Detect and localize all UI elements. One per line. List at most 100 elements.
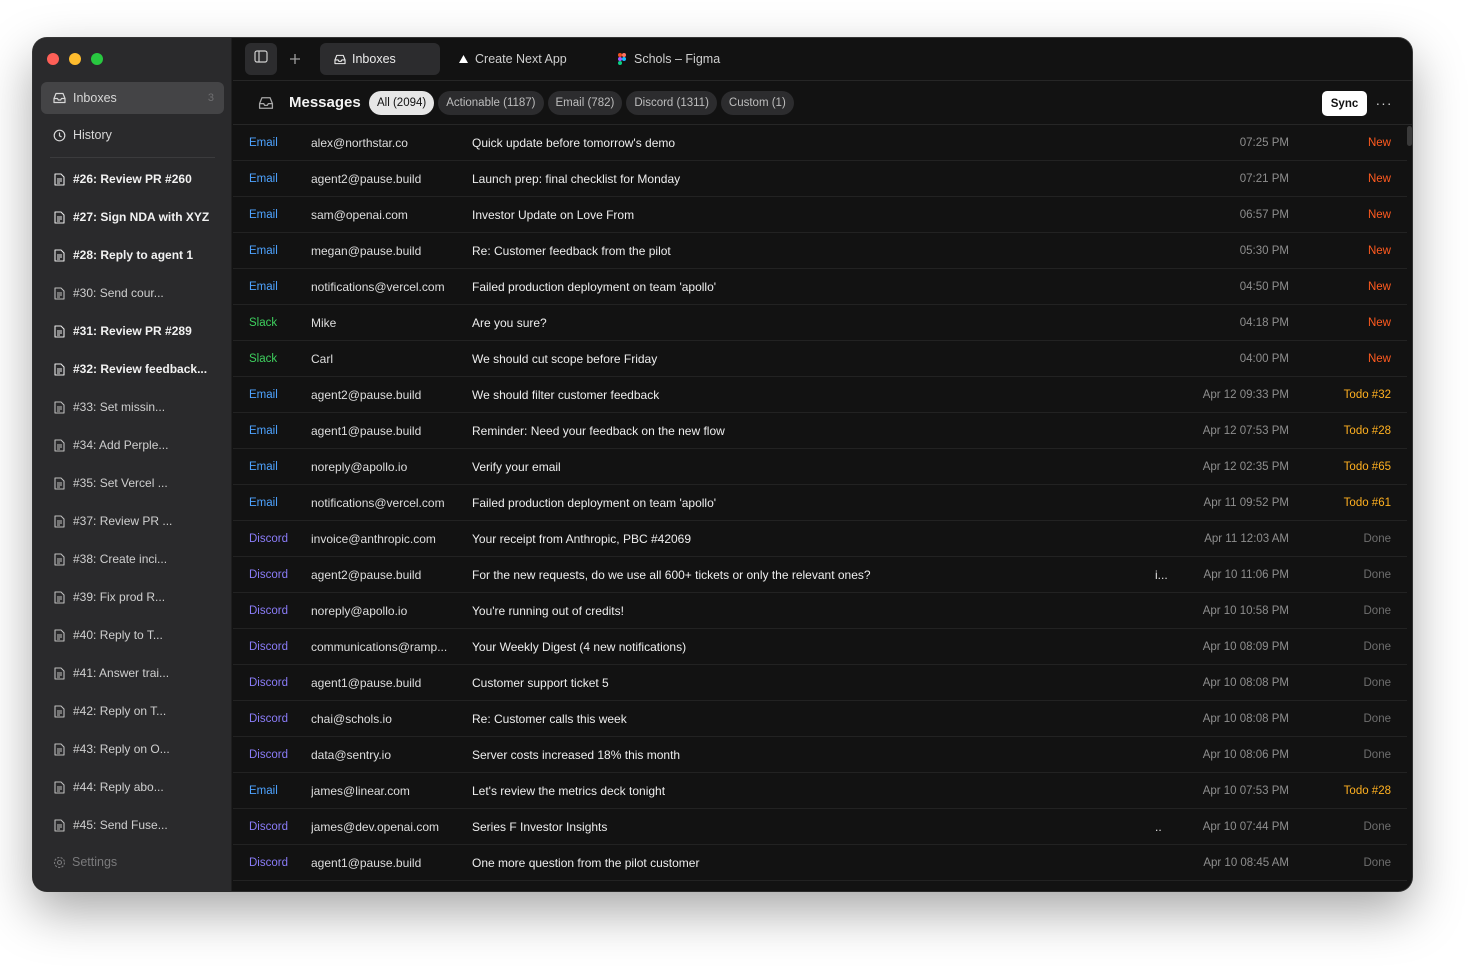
document-icon [52, 286, 66, 300]
document-icon [52, 172, 66, 186]
sidebar-task-item[interactable]: #44: Reply abo... [41, 768, 224, 806]
sidebar-task-item[interactable]: #45: Send Fuse... [41, 806, 224, 844]
message-sender: noreply@apollo.io [311, 604, 408, 618]
gear-icon [52, 855, 66, 869]
message-sender: agent2@pause.build [311, 172, 422, 186]
sidebar-task-label: #42: Reply on T... [73, 704, 167, 718]
filter-pill[interactable]: Custom (1) [720, 91, 794, 115]
sidebar-toggle-button[interactable] [245, 43, 277, 75]
message-row[interactable]: Discord agent2@pause.build For the new req… [233, 557, 1407, 593]
sidebar-item-label: Inboxes [73, 91, 117, 105]
document-icon [52, 248, 66, 262]
message-source: Discord [249, 857, 288, 869]
message-source: Slack [249, 317, 278, 329]
sidebar-task-item[interactable]: #26: Review PR #260 [41, 160, 224, 198]
message-status-badge: Done [1363, 641, 1392, 653]
sidebar-task-item[interactable]: #28: Reply to agent 1 [41, 236, 224, 274]
message-source: Email [249, 425, 278, 437]
sidebar-task-item[interactable]: #33: Set missin... [41, 388, 224, 426]
message-row[interactable]: Discord chai@schols.io Re: Customer calls … [233, 701, 1407, 737]
inbox-icon [52, 91, 66, 105]
plus-icon [290, 54, 300, 64]
sidebar-task-item[interactable]: #30: Send cour... [41, 274, 224, 312]
message-subject: Server costs increased 18% this month [472, 748, 681, 762]
sidebar-item-history[interactable]: History [41, 119, 224, 151]
document-icon [52, 552, 66, 566]
document-icon [52, 362, 66, 376]
sidebar-task-item[interactable]: #39: Fix prod R... [41, 578, 224, 616]
close-window-button[interactable] [47, 53, 59, 65]
document-icon [52, 400, 66, 414]
sidebar-task-item[interactable]: #40: Reply to T... [41, 616, 224, 654]
message-subject: Quick update before tomorrow's demo [472, 136, 676, 150]
task-list: #26: Review PR #260 #27: Sign NDA with XY… [41, 160, 224, 844]
message-subject: Re: Customer feedback from the pilot [472, 244, 671, 258]
sidebar-task-item[interactable]: #34: Add Perple... [41, 426, 224, 464]
message-sender: megan@pause.build [311, 244, 422, 258]
message-row[interactable]: Email alex@northstar.co Quick update befor… [233, 125, 1407, 161]
message-source: Discord [249, 749, 288, 761]
more-options-button[interactable]: ··· [1375, 93, 1393, 113]
message-subject: Reminder: Need your feedback on the new … [472, 424, 725, 438]
message-row[interactable]: Slack Carl We should cut scope before Frid… [233, 341, 1407, 377]
message-status-badge: New [1367, 137, 1391, 149]
message-row[interactable]: Discord james@dev.openai.com Series F Inve… [233, 809, 1407, 845]
sidebar-task-label: #39: Fix prod R... [73, 590, 166, 604]
sidebar-task-item[interactable]: #32: Review feedback... [41, 350, 224, 388]
message-row[interactable]: Email agent1@pause.build Reminder: Need yo… [233, 413, 1407, 449]
message-row[interactable]: Email notifications@vercel.com Failed prod… [233, 485, 1407, 521]
zoom-window-button[interactable] [91, 53, 103, 65]
message-sender: agent1@pause.build [311, 676, 422, 690]
message-row[interactable]: Discord communications@ramp... Your Weekly… [233, 629, 1407, 665]
minimize-window-button[interactable] [69, 53, 81, 65]
message-time: Apr 10 11:06 PM [1203, 569, 1289, 581]
sidebar-task-label: #30: Send cour... [73, 286, 164, 300]
tab-schols-figma[interactable]: Schols – Figma [602, 43, 720, 75]
sidebar-task-item[interactable]: #41: Answer trai... [41, 654, 224, 692]
tab-create-next-app[interactable]: Create Next App [443, 43, 567, 75]
message-row[interactable]: Email megan@pause.build Re: Customer feedb… [233, 233, 1407, 269]
message-source: Email [249, 281, 278, 293]
app-window: Inboxes 3 History #26: Review PR #260 #27… [33, 38, 1412, 891]
message-row[interactable]: Discord invoice@anthropic.com Your receipt… [233, 521, 1407, 557]
message-row[interactable]: Email sam@openai.com Investor Update on Lo… [233, 197, 1407, 233]
sidebar-task-item[interactable]: #42: Reply on T... [41, 692, 224, 730]
message-row[interactable]: Email noreply@apollo.io Verify your email A… [233, 449, 1407, 485]
message-row[interactable]: Discord agent1@pause.build Customer suppor… [233, 665, 1407, 701]
message-row[interactable]: Discord noreply@apollo.io You're running o… [233, 593, 1407, 629]
sidebar-item-inboxes[interactable]: Inboxes 3 [41, 82, 224, 114]
scrollbar[interactable] [1407, 126, 1412, 146]
sidebar-task-item[interactable]: #27: Sign NDA with XYZ [41, 198, 224, 236]
message-row[interactable]: Email agent2@pause.build Launch prep: fina… [233, 161, 1407, 197]
message-status-badge: New [1367, 353, 1391, 365]
filter-pill[interactable]: Actionable (1187) [438, 91, 544, 115]
settings-button[interactable]: Settings [52, 855, 117, 869]
sidebar-task-item[interactable]: #43: Reply on O... [41, 730, 224, 768]
message-status-badge: New [1367, 281, 1391, 293]
message-status-badge: New [1367, 317, 1391, 329]
filter-pill[interactable]: Email (782) [547, 91, 623, 115]
sidebar-task-item[interactable]: #38: Create inci... [41, 540, 224, 578]
message-row[interactable]: Email notifications@vercel.com Failed prod… [233, 269, 1407, 305]
filter-pill[interactable]: All (2094) [369, 91, 435, 115]
message-source: Email [249, 461, 278, 473]
sidebar-task-item[interactable]: #35: Set Vercel ... [41, 464, 224, 502]
message-row[interactable]: Email agent2@pause.build We should filter … [233, 377, 1407, 413]
message-subject: Investor Update on Love From [472, 208, 635, 222]
message-status-badge: Done [1363, 533, 1392, 545]
message-row[interactable]: Discord agent1@pause.build One more questi… [233, 845, 1407, 881]
sidebar-task-item[interactable]: #31: Review PR #289 [41, 312, 224, 350]
sidebar-task-label: #37: Review PR ... [73, 514, 173, 528]
sync-button[interactable]: Sync [1322, 91, 1367, 116]
sidebar-task-label: #31: Review PR #289 [73, 324, 192, 338]
message-row[interactable]: Slack Mike Are you sure? 04:18 PM New [233, 305, 1407, 341]
message-source: Email [249, 245, 278, 257]
message-subject: Are you sure? [472, 316, 547, 330]
filter-pill[interactable]: Discord (1311) [626, 91, 717, 115]
message-row[interactable]: Email james@linear.com Let's review the me… [233, 773, 1407, 809]
new-tab-button[interactable] [284, 48, 306, 70]
sidebar-task-item[interactable]: #37: Review PR ... [41, 502, 224, 540]
tab-inboxes[interactable]: Inboxes [320, 43, 440, 75]
message-row[interactable]: Discord data@sentry.io Server costs increa… [233, 737, 1407, 773]
sidebar-task-label: #44: Reply abo... [73, 780, 164, 794]
